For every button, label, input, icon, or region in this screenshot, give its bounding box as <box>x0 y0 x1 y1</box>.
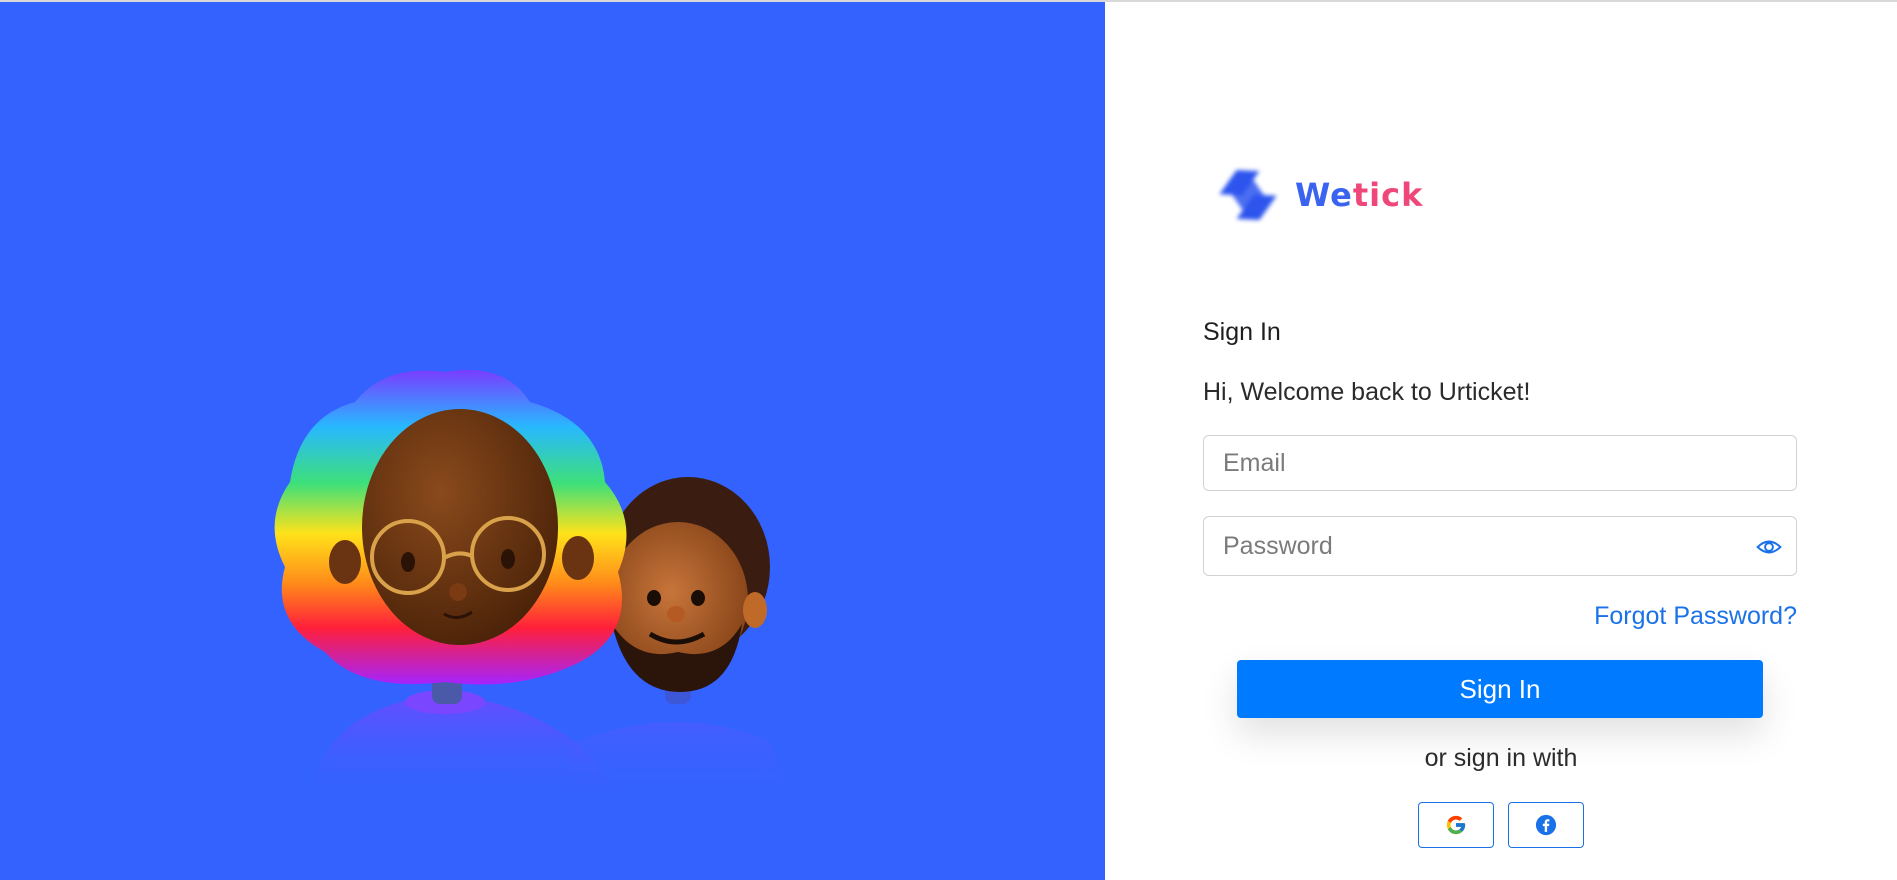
email-field <box>1203 435 1797 491</box>
forgot-password-link[interactable]: Forgot Password? <box>1594 602 1797 631</box>
google-signin-button[interactable] <box>1418 802 1494 848</box>
brand-name-tick: tick <box>1352 176 1424 214</box>
email-input[interactable] <box>1204 436 1796 490</box>
signin-button[interactable]: Sign In <box>1237 660 1763 718</box>
signin-panel: Wetick Sign In Hi, Welcome back to Urtic… <box>1105 2 1897 880</box>
facebook-icon <box>1535 814 1557 836</box>
brand-logo: Wetick <box>1213 160 1423 230</box>
avatars-illustration <box>274 370 790 802</box>
signin-heading: Sign In <box>1203 318 1281 346</box>
facebook-signin-button[interactable] <box>1508 802 1584 848</box>
wetick-logo-icon <box>1219 170 1277 220</box>
eye-icon[interactable] <box>1756 534 1782 560</box>
brand-name: Wetick <box>1295 176 1423 214</box>
password-input[interactable] <box>1204 517 1796 575</box>
brand-name-we: We <box>1295 176 1353 214</box>
avatar-woman <box>274 370 627 800</box>
password-field <box>1203 516 1797 576</box>
alt-signin-text: or sign in with <box>1424 744 1578 772</box>
login-page: Wetick Sign In Hi, Welcome back to Urtic… <box>0 0 1897 880</box>
google-icon <box>1446 815 1466 835</box>
hero-panel <box>0 2 1105 880</box>
welcome-text: Hi, Welcome back to Urticket! <box>1203 378 1531 406</box>
alt-signin-label: or sign in with <box>1105 744 1897 773</box>
